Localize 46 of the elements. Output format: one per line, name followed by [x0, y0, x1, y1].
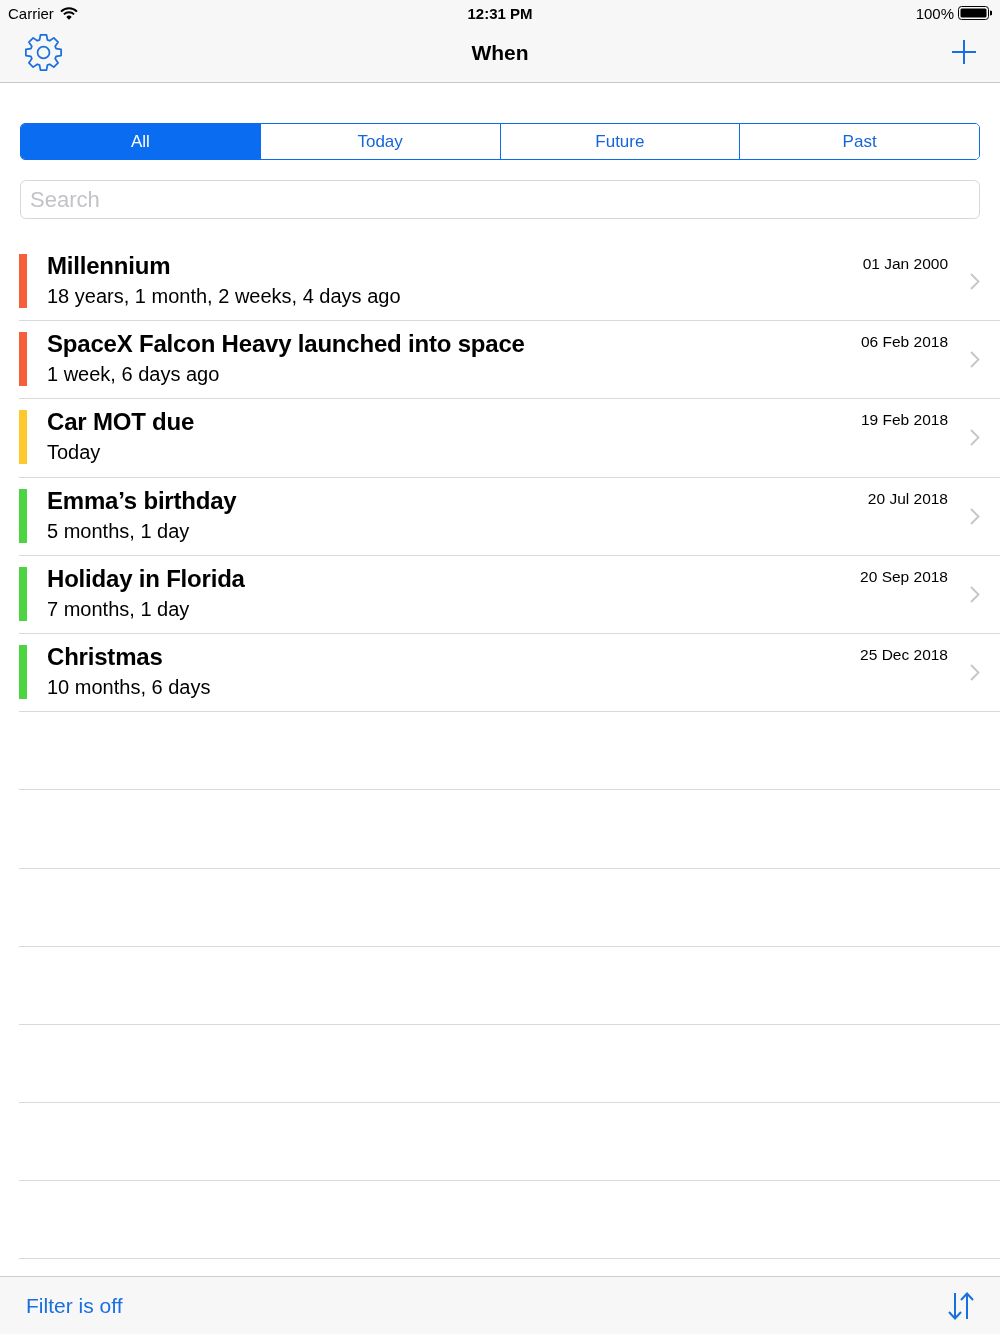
segment-tab[interactable]: All	[21, 124, 260, 159]
event-relative-time: 1 week, 6 days ago	[47, 362, 221, 388]
battery-percent: 100%	[915, 4, 954, 22]
event-date: 06 Feb 2018	[860, 333, 948, 352]
carrier-label: Carrier	[8, 4, 54, 22]
event-row[interactable]: Car MOT due Today 19 Feb 2018	[19, 399, 1000, 478]
sort-icon	[948, 1291, 974, 1320]
event-title: Christmas	[47, 642, 164, 671]
chevron-icon	[970, 351, 980, 369]
chevron-icon	[970, 273, 980, 290]
event-date: 20 Sep 2018	[860, 567, 948, 586]
nav-title: When	[471, 41, 529, 65]
event-row[interactable]: Christmas 10 months, 6 days 25 Dec 2018	[19, 633, 1000, 713]
chevron-icon	[970, 507, 980, 525]
settings-icon	[24, 33, 63, 72]
event-row[interactable]: Millennium 18 years, 1 month, 2 weeks, 4 days ago 01 Jan 2000	[19, 243, 1000, 322]
settings-button[interactable]	[24, 33, 63, 72]
segment-tab[interactable]: Past	[739, 124, 979, 159]
event-relative-time: 18 years, 1 month, 2 weeks, 4 days ago	[47, 284, 402, 309]
filter-button[interactable]: Filter is off	[26, 1293, 123, 1318]
event-relative-time: Today	[47, 440, 102, 466]
event-row[interactable]: Emma’s birthday 5 months, 1 day 20 Jul 2018	[19, 477, 1000, 556]
event-date: 25 Dec 2018	[860, 645, 948, 664]
event-relative-time: 5 months, 1 day	[47, 518, 191, 544]
status-time: 12:31 PM	[467, 4, 533, 22]
event-title: Emma’s birthday	[47, 486, 238, 515]
event-row[interactable]: Holiday in Florida 7 months, 1 day 20 Sep 2018	[19, 555, 1000, 634]
chevron-icon	[970, 663, 980, 681]
event-date: 19 Feb 2018	[860, 411, 948, 430]
event-title: Millennium	[47, 252, 172, 280]
plus-icon	[952, 40, 976, 64]
event-title: SpaceX Falcon Heavy launched into space	[47, 330, 526, 359]
add-button[interactable]	[952, 40, 976, 64]
search-field[interactable]: Search	[20, 180, 980, 219]
event-title: Car MOT due	[47, 408, 196, 437]
event-title: Holiday in Florida	[47, 564, 246, 593]
event-relative-time: 7 months, 1 day	[47, 596, 191, 622]
sort-button[interactable]	[948, 1291, 974, 1320]
wifi-icon	[59, 6, 78, 20]
battery-icon	[958, 6, 992, 20]
chevron-icon	[970, 429, 980, 447]
chevron-icon	[970, 585, 980, 603]
event-date: 20 Jul 2018	[867, 489, 948, 508]
event-row[interactable]: SpaceX Falcon Heavy launched into space 1 week, 6 days ago 06 Feb 2018	[19, 321, 1000, 400]
event-date: 01 Jan 2000	[862, 255, 948, 273]
event-relative-time: 10 months, 6 days	[47, 674, 212, 700]
